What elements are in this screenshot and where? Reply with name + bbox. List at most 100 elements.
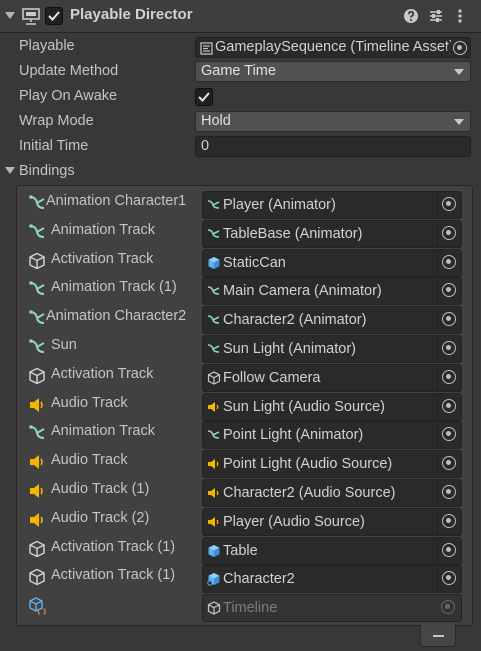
object-picker-icon[interactable]: [442, 225, 456, 240]
object-picker-button[interactable]: [437, 192, 461, 218]
script-cube-icon: [28, 597, 46, 615]
update-method-dropdown[interactable]: Game Time: [195, 61, 471, 82]
binding-target-field[interactable]: Table: [202, 536, 462, 565]
object-picker-icon[interactable]: [442, 398, 456, 413]
binding-target-value: Character2 (Audio Source): [223, 485, 396, 501]
timeline-asset-icon: [200, 42, 213, 55]
component-enabled-checkbox[interactable]: [45, 7, 63, 25]
binding-target-value: Table: [223, 542, 258, 559]
animation-track-icon: [28, 338, 46, 356]
play-on-awake-label: Play On Awake: [19, 88, 118, 104]
binding-target-field[interactable]: Point Light (Audio Source): [202, 450, 462, 479]
animation-track-icon: [28, 424, 46, 442]
help-icon[interactable]: [403, 8, 419, 24]
bindings-fold-arrow-icon[interactable]: [5, 167, 15, 174]
binding-track-label: Activation Track (1): [51, 567, 176, 584]
object-picker-icon[interactable]: [442, 254, 456, 269]
binding-target-field[interactable]: Character2: [202, 565, 462, 594]
animator-icon: [207, 313, 221, 327]
dropdown-arrow-icon: [454, 119, 464, 125]
object-picker-button[interactable]: [437, 393, 461, 420]
binding-target-value: Main Camera (Animator): [223, 283, 382, 300]
binding-target-field[interactable]: Character2 (Audio Source): [202, 479, 462, 507]
audio-source-icon: [207, 457, 221, 471]
binding-target-field[interactable]: Sun Light (Animator): [202, 335, 462, 363]
audio-source-icon: [207, 515, 221, 529]
binding-track-label: Animation Track: [51, 423, 155, 440]
binding-row: Animation Track TableBase (Animator): [0, 219, 481, 249]
binding-target-field[interactable]: StaticCan: [202, 248, 462, 277]
binding-track-label: Audio Track (2): [51, 509, 150, 526]
object-picker-icon[interactable]: [442, 513, 456, 528]
binding-target-field[interactable]: Point Light (Animator): [202, 421, 462, 450]
binding-target-field[interactable]: Player (Audio Source): [202, 507, 462, 536]
object-picker-button[interactable]: [437, 537, 461, 564]
object-picker-button[interactable]: [437, 480, 461, 506]
binding-row: Animation Track Point Light (Animator): [0, 421, 481, 450]
wrap-mode-value: Hold: [201, 113, 231, 129]
binding-target-field[interactable]: Main Camera (Animator): [202, 277, 462, 306]
prefab-cube-icon: [207, 256, 221, 270]
object-picker-button[interactable]: [437, 595, 461, 622]
binding-target-field[interactable]: Timeline: [202, 594, 462, 623]
binding-target-field[interactable]: TableBase (Animator): [202, 219, 462, 248]
wrap-mode-dropdown[interactable]: Hold: [195, 111, 471, 132]
binding-target-field[interactable]: Sun Light (Audio Source): [202, 392, 462, 421]
object-picker-button[interactable]: [437, 364, 461, 391]
more-options-icon[interactable]: [452, 8, 468, 24]
audio-source-icon: [207, 486, 221, 500]
binding-target-value: Timeline: [223, 600, 278, 617]
audio-track-icon: [28, 511, 46, 529]
object-picker-icon[interactable]: [442, 369, 456, 384]
binding-target-field[interactable]: Character2 (Animator): [202, 306, 462, 335]
object-picker-icon[interactable]: [442, 571, 456, 586]
audio-track-icon: [28, 482, 46, 500]
object-picker-icon[interactable]: [442, 542, 456, 557]
preset-sliders-icon[interactable]: [428, 8, 444, 24]
animator-icon: [207, 284, 221, 298]
binding-target-value: Player (Animator): [223, 197, 336, 213]
object-picker-icon[interactable]: [442, 456, 456, 471]
object-picker-button[interactable]: [437, 220, 461, 247]
object-picker-button[interactable]: [437, 451, 461, 478]
playable-field[interactable]: GameplaySequence (Timeline Asset): [195, 37, 471, 58]
activation-track-icon: [28, 252, 46, 270]
binding-track-label: Animation Character2: [46, 308, 187, 325]
playable-value: GameplaySequence (Timeline Asset): [215, 39, 454, 55]
binding-target-value: Character2: [223, 571, 295, 588]
bindings-label[interactable]: Bindings: [19, 163, 75, 179]
object-picker-button[interactable]: [437, 278, 461, 305]
initial-time-label: Initial Time: [19, 138, 89, 154]
object-picker-icon[interactable]: [442, 197, 456, 211]
initial-time-field[interactable]: 0: [195, 136, 471, 157]
binding-target-value: Point Light (Animator): [223, 427, 364, 444]
prefab-variant-icon: [207, 572, 221, 587]
object-picker-icon[interactable]: [442, 312, 456, 327]
object-picker-button[interactable]: [437, 422, 461, 449]
object-picker-icon[interactable]: [453, 41, 467, 55]
gameobject-cube-icon: [207, 371, 221, 385]
fold-arrow-icon[interactable]: [5, 12, 15, 19]
object-picker-icon[interactable]: [442, 485, 456, 499]
object-picker-button[interactable]: [437, 566, 461, 593]
binding-target-field[interactable]: Player (Animator): [202, 191, 462, 219]
object-picker-button[interactable]: [437, 508, 461, 535]
object-picker-button[interactable]: [437, 307, 461, 334]
object-picker-button[interactable]: [437, 249, 461, 276]
binding-target-value: TableBase (Animator): [223, 225, 363, 242]
binding-track-label: Animation Track (1): [51, 279, 177, 296]
binding-target-field[interactable]: Follow Camera: [202, 363, 462, 392]
object-picker-icon[interactable]: [442, 283, 456, 298]
object-picker-button[interactable]: [437, 336, 461, 362]
binding-row: Activation Track (1) Table: [0, 536, 481, 566]
prefab-cube-icon: [207, 544, 221, 558]
play-on-awake-checkbox[interactable]: [195, 88, 213, 106]
object-picker-icon[interactable]: [441, 600, 455, 615]
remove-binding-button[interactable]: [420, 625, 456, 647]
component-title: Playable Director: [70, 6, 193, 23]
binding-target-value: Sun Light (Audio Source): [223, 398, 386, 415]
activation-track-icon: [28, 367, 46, 385]
object-picker-icon[interactable]: [442, 427, 456, 442]
object-picker-icon[interactable]: [442, 341, 456, 355]
binding-row: Animation Character1 Player (Animator): [0, 191, 481, 220]
